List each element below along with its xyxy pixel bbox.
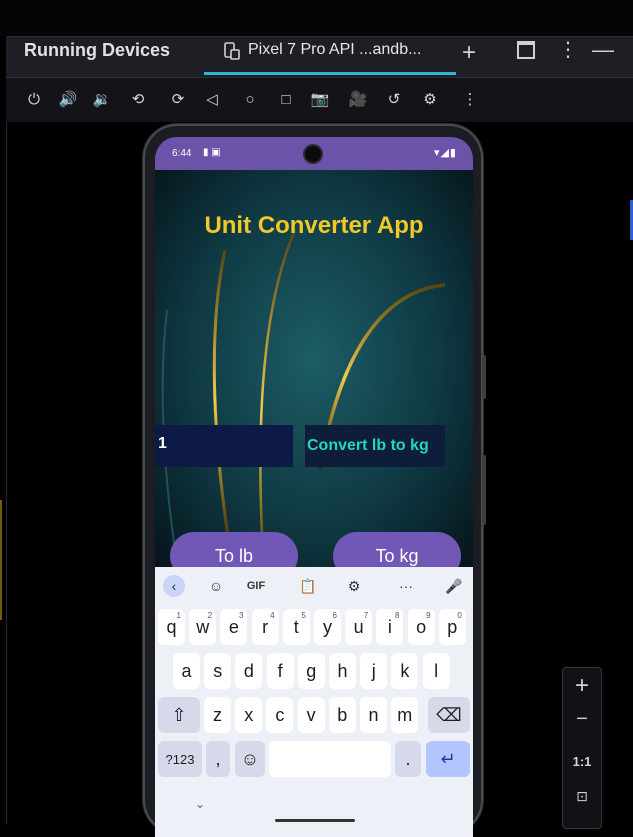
status-time: 6:44 bbox=[172, 148, 192, 159]
snapshot-icon[interactable]: ↺ bbox=[384, 89, 404, 109]
key-z[interactable]: z bbox=[204, 697, 231, 733]
key-f[interactable]: f bbox=[266, 653, 294, 689]
symbols-key[interactable]: ?123 bbox=[158, 741, 202, 777]
running-devices-header: Running Devices Pixel 7 Pro API ...andb.… bbox=[6, 36, 633, 77]
key-hint: 5 bbox=[301, 611, 306, 620]
key-x[interactable]: x bbox=[235, 697, 263, 733]
key-t[interactable]: t5 bbox=[282, 609, 310, 645]
power-icon[interactable]: ⏻ bbox=[24, 89, 44, 109]
key-b[interactable]: b bbox=[328, 697, 356, 733]
volume-down-icon[interactable]: 🔉 bbox=[92, 89, 112, 109]
conversion-label-box: Convert lb to kg bbox=[305, 425, 445, 467]
panel-title: Running Devices bbox=[24, 40, 171, 60]
keyboard-toolbar: ‹ ☺ GIF 📋 ⚙ ··· 🎤 bbox=[155, 567, 473, 603]
zoom-fit-icon[interactable]: ⊡ bbox=[563, 788, 601, 805]
screen-record-icon[interactable]: 🎥 bbox=[348, 89, 368, 109]
status-icons: ▾◢▮ bbox=[433, 147, 457, 159]
key-w[interactable]: w2 bbox=[189, 609, 217, 645]
key-l[interactable]: l bbox=[422, 653, 450, 689]
top-strip bbox=[0, 0, 633, 36]
key-y[interactable]: y6 bbox=[314, 609, 341, 645]
more-icon[interactable]: ··· bbox=[395, 575, 417, 597]
sticker-icon[interactable]: ☺ bbox=[205, 575, 227, 597]
extended-controls-icon[interactable]: ⚙ bbox=[420, 89, 440, 109]
rotate-left-icon[interactable]: ⟲ bbox=[128, 89, 148, 109]
key-q[interactable]: q1 bbox=[158, 609, 185, 645]
screenshot-icon[interactable]: 📷 bbox=[310, 89, 330, 109]
hide-panel-icon[interactable]: — bbox=[592, 37, 614, 63]
emoji-key[interactable]: ☺ bbox=[235, 741, 265, 777]
add-device-icon[interactable]: + bbox=[462, 39, 476, 67]
device-tab[interactable]: Pixel 7 Pro API ...andb... bbox=[204, 37, 458, 75]
conversion-label: Convert lb to kg bbox=[307, 437, 429, 454]
period-key[interactable]: . bbox=[395, 741, 421, 777]
key-hint: 9 bbox=[426, 611, 431, 620]
key-g[interactable]: g bbox=[297, 653, 325, 689]
zoom-out-icon[interactable]: − bbox=[563, 708, 601, 731]
backspace-key[interactable]: ⌫ bbox=[428, 697, 470, 733]
key-c[interactable]: c bbox=[266, 697, 294, 733]
key-p[interactable]: p0 bbox=[438, 609, 466, 645]
phone-volume-button bbox=[482, 455, 486, 525]
back-icon[interactable]: ◁ bbox=[202, 89, 222, 109]
key-hint: 4 bbox=[270, 611, 275, 620]
device-toolbar: ⏻ 🔊 🔉 ⟲ ⟳ ◁ ○ □ 📷 🎥 ↺ ⚙ ⋮ bbox=[6, 77, 633, 122]
key-u[interactable]: u7 bbox=[345, 609, 373, 645]
comma-key[interactable]: , bbox=[206, 741, 230, 777]
weight-input-value: 1 bbox=[158, 435, 167, 452]
key-e[interactable]: e3 bbox=[220, 609, 248, 645]
key-d[interactable]: d bbox=[235, 653, 263, 689]
key-j[interactable]: j bbox=[360, 653, 388, 689]
enter-key[interactable]: ↵ bbox=[426, 741, 470, 777]
home-icon[interactable]: ○ bbox=[240, 89, 260, 109]
microphone-icon[interactable]: 🎤 bbox=[443, 575, 465, 597]
overview-icon[interactable]: □ bbox=[276, 89, 296, 109]
notification-icons: ▮ ▣ bbox=[203, 147, 221, 158]
collapse-keyboard-icon[interactable]: ⌄ bbox=[195, 797, 205, 811]
key-i[interactable]: i8 bbox=[376, 609, 404, 645]
device-tab-label: Pixel 7 Pro API ...andb... bbox=[248, 41, 422, 58]
rotate-right-icon[interactable]: ⟳ bbox=[168, 89, 188, 109]
device-icon bbox=[224, 42, 240, 60]
key-s[interactable]: s bbox=[204, 653, 232, 689]
back-arrow-icon[interactable]: ‹ bbox=[163, 575, 185, 597]
camera-cutout bbox=[305, 146, 321, 162]
weight-input[interactable]: 1 bbox=[155, 425, 293, 467]
zoom-in-icon[interactable]: + bbox=[563, 672, 601, 700]
key-m[interactable]: m bbox=[391, 697, 419, 733]
zoom-panel: + − 1:1 ⊡ bbox=[562, 667, 602, 829]
key-hint: 3 bbox=[238, 611, 244, 620]
active-tab-indicator bbox=[204, 72, 456, 75]
more-options-icon[interactable]: ⋮ bbox=[460, 89, 480, 109]
volume-up-icon[interactable]: 🔊 bbox=[58, 89, 78, 109]
settings-icon[interactable]: ⚙ bbox=[343, 575, 365, 597]
key-h[interactable]: h bbox=[329, 653, 356, 689]
key-hint: 6 bbox=[332, 611, 337, 620]
gesture-handle bbox=[275, 819, 355, 822]
status-bar: 6:44 ▮ ▣ ▾◢▮ bbox=[155, 137, 473, 170]
shift-key[interactable]: ⇧ bbox=[158, 697, 200, 733]
phone-side-button bbox=[482, 355, 486, 399]
options-menu-icon[interactable]: ⋮ bbox=[558, 37, 578, 62]
key-r[interactable]: r4 bbox=[251, 609, 279, 645]
key-hint: 8 bbox=[394, 611, 400, 620]
gif-icon[interactable]: GIF bbox=[241, 575, 271, 597]
key-v[interactable]: v bbox=[297, 697, 325, 733]
app-title: Unit Converter App bbox=[204, 212, 424, 239]
key-n[interactable]: n bbox=[360, 697, 387, 733]
left-edge-marker bbox=[0, 500, 5, 620]
key-hint: 0 bbox=[457, 611, 462, 620]
key-hint: 2 bbox=[207, 611, 213, 620]
space-bar[interactable] bbox=[269, 741, 391, 777]
key-k[interactable]: k bbox=[391, 653, 419, 689]
panel-divider bbox=[6, 121, 7, 824]
key-a[interactable]: a bbox=[173, 653, 200, 689]
window-mode-icon[interactable] bbox=[517, 41, 535, 59]
key-hint: 1 bbox=[176, 611, 181, 620]
key-hint: 7 bbox=[363, 611, 369, 620]
device-screen[interactable]: 6:44 ▮ ▣ ▾◢▮ Unit Converter App 1 Conver… bbox=[155, 137, 473, 837]
key-o[interactable]: o9 bbox=[407, 609, 435, 645]
clipboard-icon[interactable]: 📋 bbox=[297, 575, 319, 597]
zoom-actual-size[interactable]: 1:1 bbox=[563, 754, 601, 769]
